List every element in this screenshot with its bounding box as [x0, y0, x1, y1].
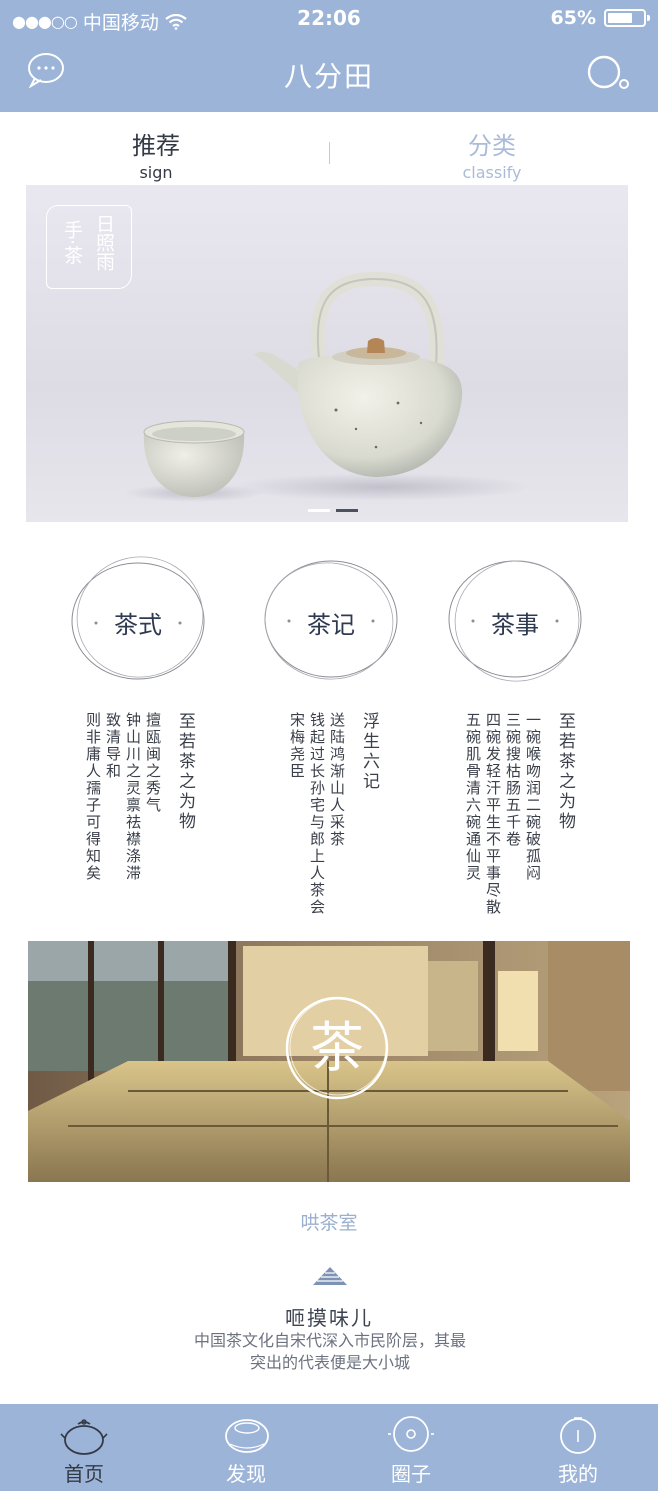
article-desc-line: 中国茶文化自宋代深入市民阶层，其最 — [193, 1331, 466, 1350]
category-tea-notes[interactable]: 茶记 — [261, 555, 401, 685]
category-tea-style[interactable]: 茶式 — [68, 555, 208, 685]
nav-label: 发现 — [226, 1462, 266, 1486]
tearoom-card[interactable]: 茶 — [28, 941, 630, 1182]
poem-title: 浮生六记 — [359, 712, 379, 792]
tab-sublabel: classify — [462, 163, 522, 182]
profile-icon — [560, 1417, 596, 1454]
mountain-icon — [313, 1267, 347, 1285]
tab-label: 推荐 — [132, 132, 180, 160]
poem-tea-matters: 至若茶之为物 一碗喉吻润二碗破孤闷 三碗搜枯肠五千卷 四碗发轻汗平生不平事尽散 … — [464, 712, 575, 916]
carousel-dot[interactable] — [308, 509, 330, 512]
app-header: ●●●○○ 中国移动 22:06 65% 八分田 — [0, 0, 658, 112]
poem-line: 则非庸人孺子可得知矣 — [84, 712, 102, 882]
seal-text: 日照雨 — [93, 214, 115, 271]
page-title: 八分田 — [283, 60, 374, 93]
brand-seal: 日照雨 手·茶 — [46, 205, 132, 289]
poem-line: 送陆鸿渐山人采茶 — [328, 712, 346, 848]
search-icon[interactable] — [586, 52, 632, 92]
category-tea-matters[interactable]: 茶事 — [445, 555, 585, 685]
seal-text: 手·茶 — [61, 220, 83, 265]
teapot-icon — [60, 1419, 108, 1455]
category-label: 茶记 — [307, 611, 355, 639]
poem-line: 一碗喉吻润二碗破孤闷 — [524, 712, 542, 882]
tab-recommend[interactable]: 推荐 sign — [56, 126, 256, 182]
poem-line: 五碗肌骨清六碗通仙灵 — [464, 712, 482, 882]
article-desc-line: 突出的代表便是大小城 — [249, 1353, 410, 1372]
tab-label: 分类 — [468, 132, 516, 160]
category-label: 茶式 — [114, 611, 162, 639]
nav-discover[interactable]: 发现 — [186, 1404, 306, 1491]
article-title[interactable]: 咂摸味儿 — [0, 1302, 658, 1331]
nav-label: 首页 — [64, 1462, 104, 1486]
nav-circle[interactable]: 圈子 — [351, 1404, 471, 1491]
poem-tea-style: 至若茶之为物 擅瓯闽之秀气 钟山川之灵禀祛襟涤滞 致清导和 则非庸人孺子可得知矣 — [84, 712, 195, 882]
tab-sublabel: sign — [139, 163, 173, 182]
tab-divider — [329, 142, 330, 164]
poem-line: 擅瓯闽之秀气 — [144, 712, 162, 814]
poem-line: 钟山川之灵禀祛襟涤滞 — [124, 712, 142, 882]
poem-title: 至若茶之为物 — [555, 712, 575, 832]
article-description: 中国茶文化自宋代深入市民阶层，其最 突出的代表便是大小城 — [170, 1330, 490, 1374]
nav-label: 我的 — [558, 1462, 598, 1486]
poem-line: 三碗搜枯肠五千卷 — [504, 712, 522, 848]
poem-line: 致清导和 — [104, 712, 122, 780]
banner-carousel[interactable]: 日照雨 手·茶 — [26, 185, 628, 522]
nav-label: 圈子 — [391, 1462, 431, 1486]
bottom-nav: 首页 发现 圈子 我的 — [0, 1404, 658, 1491]
battery-percent: 65% — [550, 7, 596, 29]
poem-line: 四碗发轻汗平生不平事尽散 — [484, 712, 502, 916]
tearoom-name[interactable]: 哄茶室 — [0, 1208, 658, 1235]
tab-bar: 推荐 sign 分类 classify — [0, 126, 658, 184]
poem-line: 宋梅尧臣 — [288, 712, 306, 780]
status-bar: ●●●○○ 中国移动 22:06 65% — [0, 0, 658, 38]
nav-home[interactable]: 首页 — [24, 1404, 144, 1491]
battery-icon — [604, 9, 650, 27]
poem-title: 至若茶之为物 — [175, 712, 195, 832]
discover-icon — [225, 1419, 269, 1453]
tea-emblem-char: 茶 — [310, 1016, 364, 1079]
tab-classify[interactable]: 分类 classify — [392, 126, 592, 182]
category-label: 茶事 — [491, 611, 539, 639]
carousel-indicator — [308, 509, 358, 512]
poem-line: 钱起过长孙宅与郎上人茶会 — [308, 712, 326, 916]
carousel-dot-active[interactable] — [336, 509, 358, 512]
nav-profile[interactable]: 我的 — [518, 1404, 638, 1491]
circle-icon — [388, 1416, 434, 1452]
poem-tea-notes: 浮生六记 送陆鸿渐山人采茶 钱起过长孙宅与郎上人茶会 宋梅尧臣 — [288, 712, 379, 916]
